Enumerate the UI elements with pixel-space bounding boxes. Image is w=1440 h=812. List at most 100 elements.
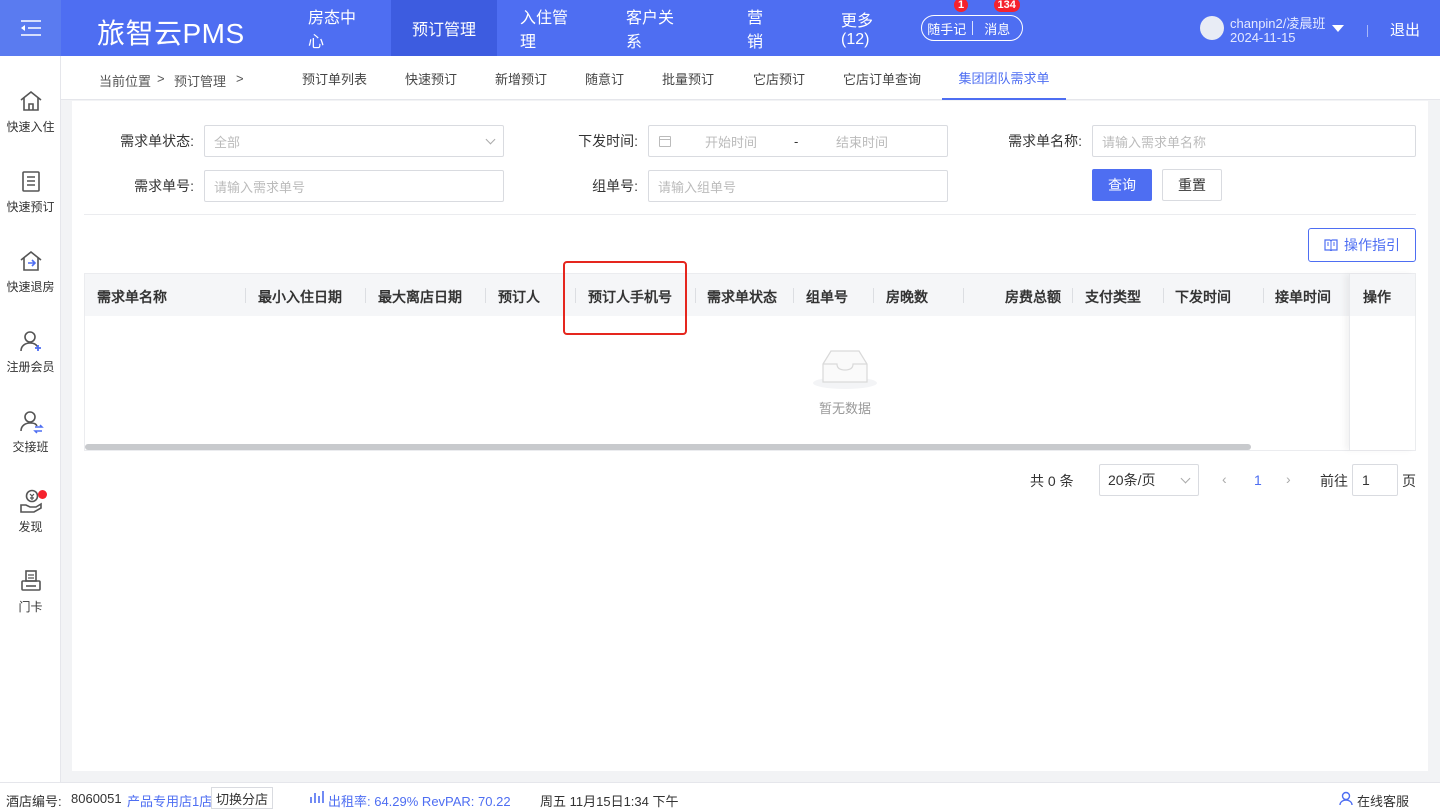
nav-room-status[interactable]: 房态中心 bbox=[308, 0, 368, 56]
sidebar-item-discover[interactable]: 发现 bbox=[0, 488, 61, 548]
sidebar-item-label: 发现 bbox=[18, 520, 43, 534]
col-max-checkout[interactable]: 最大离店日期 bbox=[378, 287, 462, 307]
empty-inbox-icon bbox=[813, 350, 877, 389]
top-nav-bar: 旅智云PMS 房态中心 预订管理 入住管理 客户关系 营销 更多(12) 随手记… bbox=[0, 0, 1440, 56]
col-payment-type[interactable]: 支付类型 bbox=[1085, 287, 1141, 307]
column-divider bbox=[365, 288, 366, 303]
home-icon bbox=[20, 90, 41, 111]
chevron-down-icon[interactable] bbox=[1332, 25, 1344, 32]
chevron-down-icon bbox=[1180, 473, 1191, 484]
menu-toggle-button[interactable] bbox=[0, 0, 61, 56]
bar-chart-icon bbox=[310, 791, 324, 803]
tab-other-store-query[interactable]: 它店订单查询 bbox=[843, 56, 921, 100]
brand-logo: 旅智云PMS bbox=[97, 18, 245, 49]
sidebar-item-register-member[interactable]: 注册会员 bbox=[0, 328, 61, 388]
tab-reservation-list[interactable]: 预订单列表 bbox=[302, 56, 367, 100]
breadcrumb-prefix: 当前位置 bbox=[99, 74, 152, 89]
nav-marketing[interactable]: 营销 bbox=[747, 0, 777, 56]
col-issue-time[interactable]: 下发时间 bbox=[1175, 287, 1231, 307]
business-date: 2024-11-15 bbox=[1230, 30, 1296, 45]
page-size-value: 20条/页 bbox=[1108, 472, 1156, 488]
column-divider bbox=[1072, 288, 1073, 303]
sidebar-item-label: 快速入住 bbox=[6, 120, 55, 134]
table-header: 需求单名称 最小入住日期 最大离店日期 预订人 预订人手机号 需求单状态 组单号… bbox=[85, 274, 1415, 316]
headset-icon bbox=[1339, 791, 1353, 806]
online-support-link[interactable]: 在线客服 bbox=[1357, 791, 1409, 810]
notes-badge: 1 bbox=[954, 0, 969, 12]
query-button[interactable]: 查询 bbox=[1092, 169, 1152, 201]
number-input-placeholder: 请输入需求单号 bbox=[214, 179, 306, 195]
nav-checkin[interactable]: 入住管理 bbox=[520, 0, 580, 56]
column-divider bbox=[695, 288, 696, 303]
column-divider bbox=[1263, 288, 1264, 303]
annotation-highlight-box bbox=[563, 261, 687, 335]
sidebar-item-shift-handover[interactable]: 交接班 bbox=[0, 408, 61, 468]
breadcrumb-section[interactable]: 预订管理 bbox=[174, 71, 226, 90]
col-demand-name[interactable]: 需求单名称 bbox=[97, 287, 167, 307]
notes-button[interactable]: 随手记 1 bbox=[922, 0, 972, 38]
col-booker[interactable]: 预订人 bbox=[498, 287, 540, 307]
nav-customer[interactable]: 客户关系 bbox=[626, 0, 686, 56]
sidebar-item-door-card[interactable]: 门卡 bbox=[0, 568, 61, 628]
main-panel: 需求单状态: 全部 下发时间: 开始时间 - 结束时间 需求单名称: 请输入需求… bbox=[72, 101, 1428, 771]
col-accept-time[interactable]: 接单时间 bbox=[1275, 287, 1331, 307]
store-name-link[interactable]: 产品专用店1店 bbox=[127, 791, 212, 810]
guide-button[interactable]: 操作指引 bbox=[1308, 228, 1416, 262]
group-input-placeholder: 请输入组单号 bbox=[658, 179, 737, 195]
range-separator: - bbox=[794, 133, 799, 149]
goto-page-input[interactable]: 1 bbox=[1352, 464, 1398, 496]
sidebar-item-quick-booking[interactable]: 快速预订 bbox=[0, 168, 61, 228]
sidebar-item-quick-checkin[interactable]: 快速入住 bbox=[0, 88, 61, 148]
issue-time-range[interactable]: 开始时间 - 结束时间 bbox=[648, 125, 948, 157]
calendar-icon bbox=[659, 136, 671, 147]
page-size-select[interactable]: 20条/页 bbox=[1099, 464, 1199, 496]
start-time-input[interactable]: 开始时间 bbox=[705, 132, 757, 151]
user-avatar[interactable] bbox=[1200, 16, 1224, 40]
total-count: 共 0 条 bbox=[1030, 473, 1074, 489]
col-room-nights[interactable]: 房晚数 bbox=[886, 287, 928, 307]
card-printer-icon bbox=[20, 570, 41, 591]
tab-new-booking[interactable]: 新增预订 bbox=[495, 56, 547, 100]
number-input[interactable]: 请输入需求单号 bbox=[204, 170, 504, 202]
col-group-no[interactable]: 组单号 bbox=[806, 287, 848, 307]
chevron-down-icon bbox=[485, 134, 496, 145]
status-select[interactable]: 全部 bbox=[204, 125, 504, 157]
quick-actions: 随手记 1 消息 134 bbox=[921, 0, 1023, 41]
tab-quick-booking[interactable]: 快速预订 bbox=[405, 56, 457, 100]
column-divider bbox=[873, 288, 874, 303]
nav-reservation[interactable]: 预订管理 bbox=[391, 0, 497, 56]
column-divider bbox=[1163, 288, 1164, 303]
switch-store-button[interactable]: 切换分店 bbox=[211, 787, 274, 809]
status-bar: 酒店编号: 8060051 产品专用店1店 切换分店 出租率: 64.29% R… bbox=[0, 782, 1440, 812]
status-select-value: 全部 bbox=[214, 134, 241, 150]
next-page-button[interactable]: › bbox=[1286, 471, 1291, 487]
sidebar-item-label: 快速预订 bbox=[6, 200, 55, 214]
logout-button[interactable]: 退出 bbox=[1390, 19, 1420, 40]
name-input[interactable]: 请输入需求单名称 bbox=[1092, 125, 1416, 157]
name-input-placeholder: 请输入需求单名称 bbox=[1102, 134, 1207, 150]
col-room-total[interactable]: 房费总额 bbox=[1005, 287, 1061, 307]
demand-table: 需求单名称 最小入住日期 最大离店日期 预订人 预订人手机号 需求单状态 组单号… bbox=[84, 273, 1416, 451]
tab-casual-booking[interactable]: 随意订 bbox=[585, 56, 624, 100]
group-filter-label: 组单号: bbox=[592, 178, 638, 194]
nav-more[interactable]: 更多(12) bbox=[841, 0, 897, 56]
reset-button[interactable]: 重置 bbox=[1162, 169, 1222, 201]
tab-group-demand[interactable]: 集团团队需求单 bbox=[942, 56, 1066, 100]
current-datetime: 周五 11月15日1:34 下午 bbox=[540, 794, 679, 809]
left-sidebar: 快速入住 快速预订 快速退房 注册会员 交接班 发现 门卡 bbox=[0, 56, 61, 782]
sidebar-item-label: 快速退房 bbox=[6, 280, 55, 294]
group-input[interactable]: 请输入组单号 bbox=[648, 170, 948, 202]
tab-other-store-booking[interactable]: 它店预订 bbox=[753, 56, 805, 100]
name-filter-label: 需求单名称: bbox=[1008, 133, 1082, 149]
col-demand-status[interactable]: 需求单状态 bbox=[707, 287, 777, 307]
sidebar-item-quick-checkout[interactable]: 快速退房 bbox=[0, 248, 61, 308]
messages-button[interactable]: 消息 134 bbox=[973, 0, 1023, 38]
col-min-checkin[interactable]: 最小入住日期 bbox=[258, 287, 342, 307]
tab-batch-booking[interactable]: 批量预订 bbox=[662, 56, 714, 100]
horizontal-scrollbar[interactable] bbox=[85, 444, 1251, 450]
filter-divider bbox=[84, 214, 1416, 215]
end-time-input[interactable]: 结束时间 bbox=[836, 132, 888, 151]
page-number-current[interactable]: 1 bbox=[1254, 472, 1262, 488]
col-action: 操作 bbox=[1363, 289, 1391, 305]
prev-page-button[interactable]: ‹ bbox=[1222, 471, 1227, 487]
